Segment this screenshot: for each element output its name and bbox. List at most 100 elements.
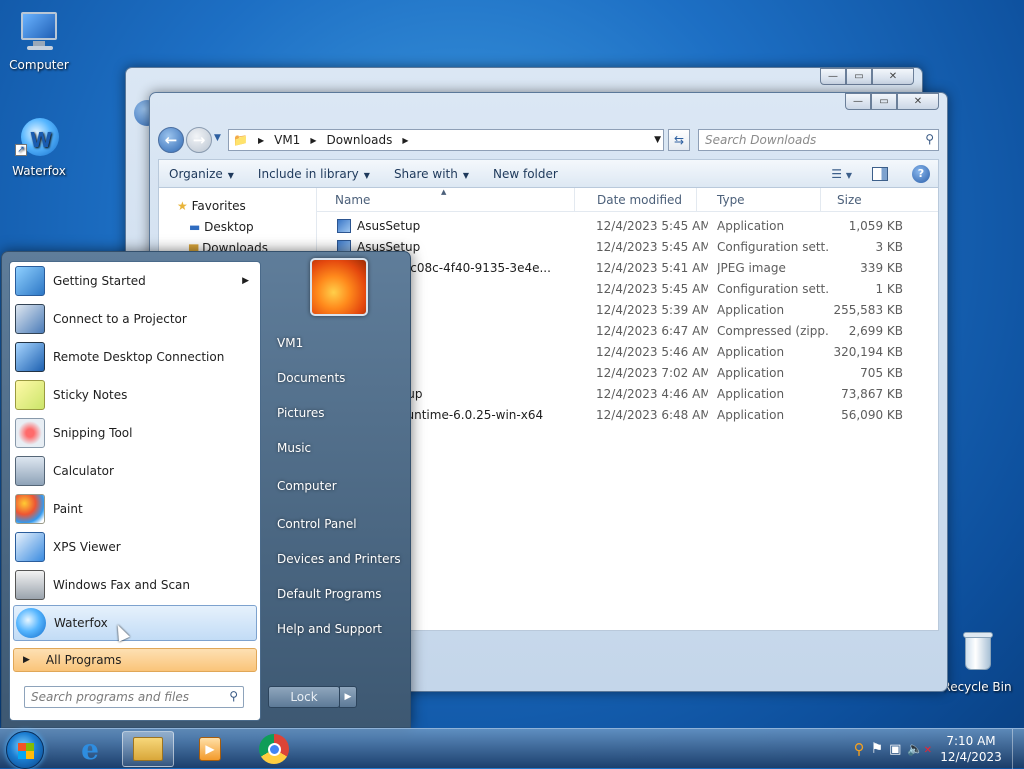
start-program-item[interactable]: Waterfox <box>13 605 257 641</box>
breadcrumb-downloads[interactable]: Downloads <box>326 133 392 147</box>
programs-panel: ▶ All Programs Search programs and files… <box>9 261 261 721</box>
desktop-icon-computer[interactable]: Computer <box>4 8 74 72</box>
start-place-item[interactable]: Devices and Printers <box>277 552 401 566</box>
desktop-icon-label: Computer <box>9 58 69 72</box>
start-button[interactable] <box>6 731 44 769</box>
column-date[interactable]: Date modified <box>579 188 697 212</box>
start-place-item[interactable]: Control Panel <box>277 517 357 531</box>
start-place-item[interactable]: Computer <box>277 479 337 493</box>
start-program-item[interactable]: Calculator <box>13 453 257 489</box>
file-type: Application <box>717 345 785 359</box>
folder-icon: 📁 <box>233 133 248 147</box>
user-avatar[interactable] <box>310 258 368 316</box>
start-place-item[interactable]: Pictures <box>277 406 325 420</box>
command-bar: Organize ▼ Include in library ▼ Share with… <box>158 159 939 187</box>
close-button[interactable]: ✕ <box>872 68 914 85</box>
start-program-item[interactable]: Paint <box>13 491 257 527</box>
start-program-label: Snipping Tool <box>53 426 133 440</box>
recycle-bin-icon <box>953 630 1001 678</box>
desktop-icon-label: Recycle Bin <box>942 680 1012 694</box>
start-search-input[interactable]: Search programs and files ⚲ <box>24 686 244 708</box>
address-dropdown-icon[interactable]: ▼ <box>654 135 661 145</box>
taskbar-file-explorer[interactable] <box>122 731 174 767</box>
start-place-item[interactable]: Default Programs <box>277 587 382 601</box>
snipping-tool-icon <box>15 418 45 448</box>
places-panel: VM1 Documents Pictures Music Computer Control… <box>268 252 408 727</box>
forward-button[interactable]: → <box>186 127 212 153</box>
calculator-icon <box>15 456 45 486</box>
waterfox-icon: W ↗ <box>15 114 63 162</box>
file-date: 12/4/2023 5:46 AM <box>596 345 708 359</box>
file-size: 1 KB <box>875 282 903 296</box>
share-with-button[interactable]: Share with ▼ <box>384 167 483 181</box>
start-program-item[interactable]: Sticky Notes <box>13 377 257 413</box>
address-bar[interactable]: 📁 ▶ VM1 ▶ Downloads ▶ ▼ <box>228 129 664 151</box>
network-icon[interactable]: ▣ <box>889 742 901 757</box>
close-button[interactable]: ✕ <box>897 93 939 110</box>
nav-desktop[interactable]: ▬ Desktop <box>159 217 316 238</box>
column-type[interactable]: Type <box>699 188 821 212</box>
file-size: 339 KB <box>860 261 903 275</box>
file-row[interactable]: AsusSetup 12/4/2023 5:45 AM Application 1,0… <box>317 216 938 237</box>
organize-button[interactable]: Organize ▼ <box>159 167 248 181</box>
file-date: 12/4/2023 5:45 AM <box>596 282 708 296</box>
search-input[interactable]: Search Downloads ⚲ <box>698 129 939 151</box>
file-type: Application <box>717 387 785 401</box>
file-date: 12/4/2023 7:02 AM <box>596 366 708 380</box>
preview-pane-button[interactable] <box>872 166 888 181</box>
start-program-item[interactable]: Windows Fax and Scan <box>13 567 257 603</box>
file-type: Configuration sett... <box>717 282 829 296</box>
breadcrumb-vm1[interactable]: VM1 <box>274 133 300 147</box>
volume-muted-icon[interactable]: 🔈✕ <box>907 742 932 757</box>
maximize-button[interactable]: ▭ <box>846 68 872 85</box>
taskbar-internet-explorer[interactable]: e <box>64 731 116 767</box>
clock[interactable]: 7:10 AM 12/4/2023 <box>936 733 1006 765</box>
new-folder-button[interactable]: New folder <box>483 167 572 181</box>
recent-pages-dropdown[interactable]: ▼ <box>214 133 221 143</box>
column-size[interactable]: Size <box>819 188 899 212</box>
refresh-button[interactable]: ⇆ <box>668 129 690 151</box>
all-programs-button[interactable]: ▶ All Programs <box>13 648 257 672</box>
minimize-button[interactable]: — <box>820 68 846 85</box>
star-icon: ★ <box>177 199 188 213</box>
show-desktop-button[interactable] <box>1012 729 1024 769</box>
projector-icon <box>15 304 45 334</box>
chrome-icon <box>259 734 289 764</box>
breadcrumb-separator-icon: ▶ <box>310 135 317 145</box>
back-button[interactable]: ← <box>158 127 184 153</box>
include-in-library-button[interactable]: Include in library ▼ <box>248 167 384 181</box>
system-tray: ⚲ ⚑ ▣ 🔈✕ 7:10 AM 12/4/2023 <box>854 729 1024 769</box>
clock-date: 12/4/2023 <box>940 750 1002 764</box>
minimize-button[interactable]: — <box>845 93 871 110</box>
file-name: AsusSetup <box>357 219 421 233</box>
shutdown-options-button[interactable]: ▶ <box>339 686 357 708</box>
desktop-icon-waterfox[interactable]: W ↗ Waterfox <box>4 114 74 178</box>
taskbar-chrome[interactable] <box>248 731 300 767</box>
help-icon[interactable]: ? <box>912 164 930 183</box>
breadcrumb-separator-icon: ▶ <box>257 135 265 145</box>
file-type: Application <box>717 303 785 317</box>
maximize-button[interactable]: ▭ <box>871 93 897 110</box>
start-program-item[interactable]: Connect to a Projector <box>13 301 257 337</box>
file-size: 2,699 KB <box>848 324 903 338</box>
desktop-icon-recycle-bin[interactable]: Recycle Bin <box>940 630 1014 694</box>
start-program-item[interactable]: XPS Viewer <box>13 529 257 565</box>
start-place-item[interactable]: Music <box>277 441 311 455</box>
desktop-icon: ▬ <box>189 220 201 234</box>
action-center-flag-icon[interactable]: ⚑ <box>871 741 884 757</box>
start-place-item[interactable]: Help and Support <box>277 622 382 636</box>
lock-button[interactable]: Lock <box>268 686 340 708</box>
start-program-label: Paint <box>53 502 83 516</box>
nav-favorites[interactable]: ★ Favorites <box>159 196 316 217</box>
taskbar-media-player[interactable]: ▶ <box>184 731 236 767</box>
views-button[interactable]: ☰ ▼ <box>831 167 852 181</box>
start-program-label: Sticky Notes <box>53 388 128 402</box>
start-program-item[interactable]: Getting Started ▶ <box>13 263 257 299</box>
start-place-item[interactable]: Documents <box>277 371 345 385</box>
file-type: JPEG image <box>717 261 786 275</box>
start-place-item[interactable]: VM1 <box>277 336 303 350</box>
start-program-item[interactable]: Snipping Tool <box>13 415 257 451</box>
sort-arrow-icon: ▲ <box>441 188 447 196</box>
search-tray-icon[interactable]: ⚲ <box>854 740 865 758</box>
start-program-item[interactable]: Remote Desktop Connection <box>13 339 257 375</box>
